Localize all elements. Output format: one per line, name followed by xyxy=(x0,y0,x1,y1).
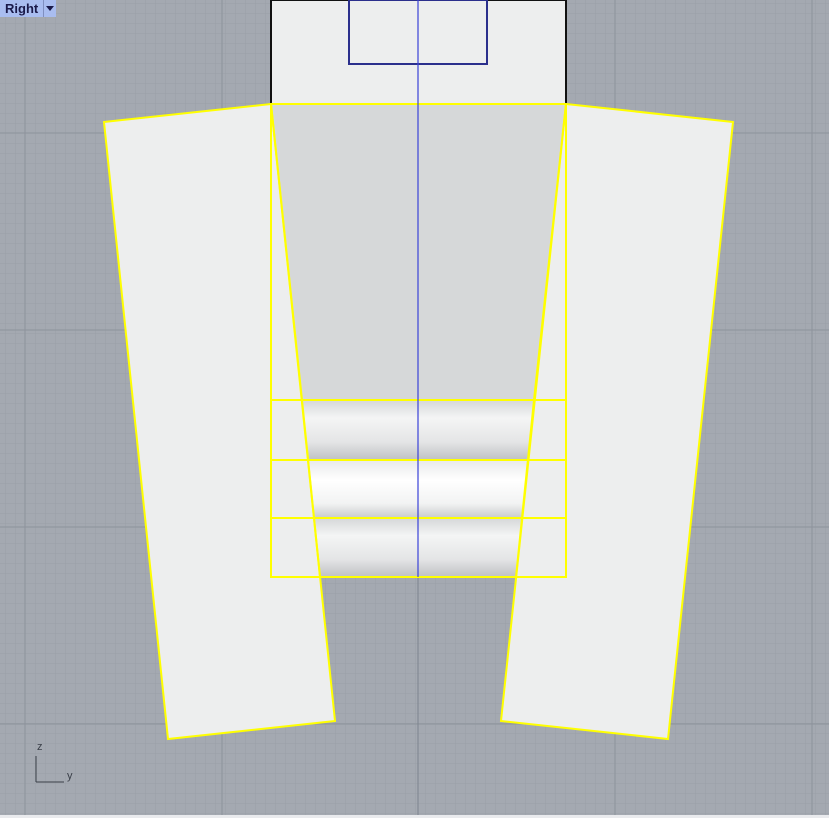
dropdown-triangle-icon[interactable] xyxy=(44,0,57,17)
axis-label-y: y xyxy=(67,770,73,782)
viewport-title[interactable]: Right xyxy=(0,0,45,17)
axis-label-z: z xyxy=(37,741,43,753)
viewport-title-tab[interactable]: Right xyxy=(0,0,57,17)
viewport-canvas[interactable] xyxy=(0,0,829,818)
right-viewport[interactable]: Right z y xyxy=(0,0,829,818)
